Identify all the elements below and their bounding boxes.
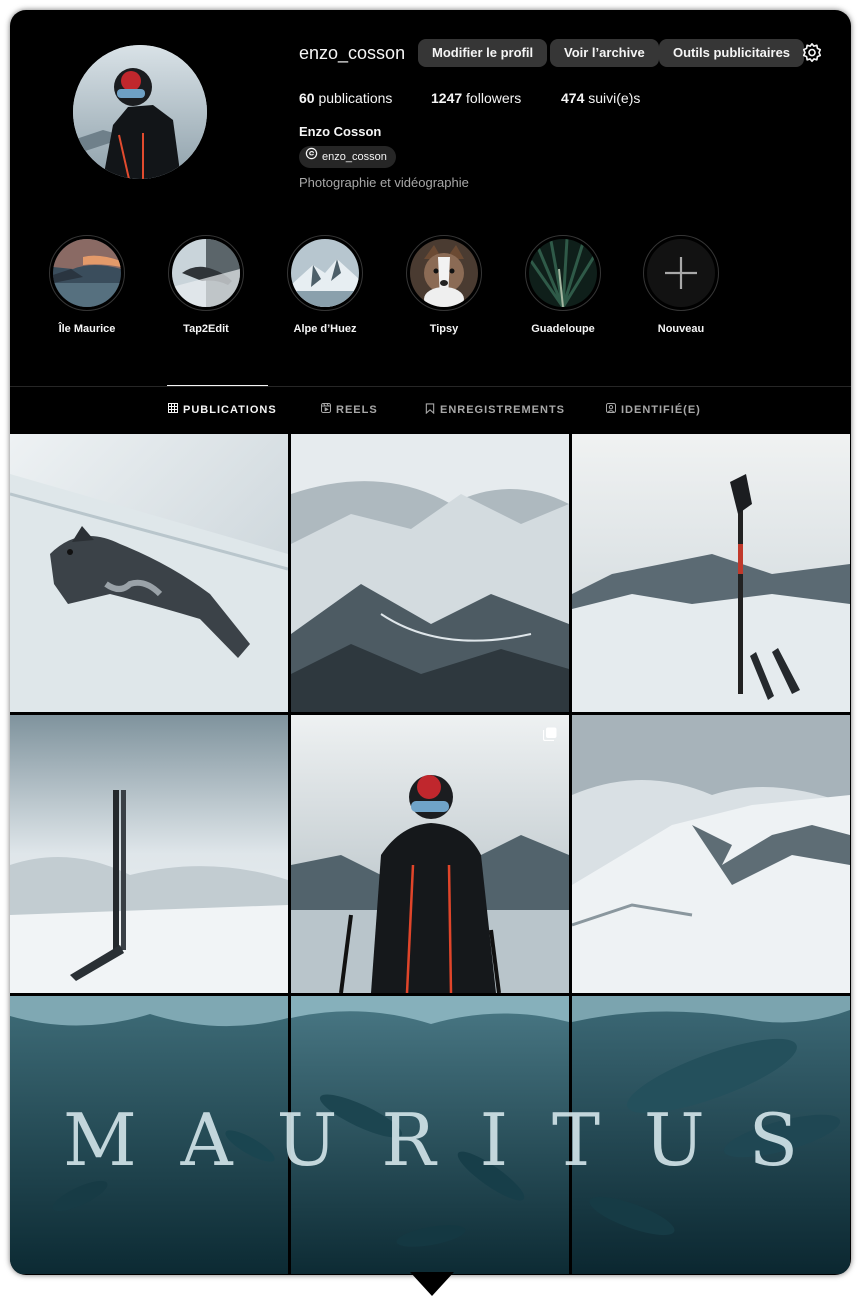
- grid-gap: [288, 434, 291, 1275]
- following-count-value: 474: [561, 90, 585, 106]
- highlight-cover: [53, 239, 121, 307]
- highlight-tap2edit[interactable]: Tap2Edit: [156, 235, 256, 335]
- following-count[interactable]: 474 suivi(e)s: [561, 90, 640, 106]
- grid-gap: [10, 712, 851, 715]
- post-mauritius-right[interactable]: [572, 996, 850, 1274]
- carousel-icon: [542, 727, 557, 746]
- active-tab-indicator: [167, 385, 268, 386]
- highlight-label: Nouveau: [657, 323, 705, 335]
- followers-count-value: 1247: [431, 90, 463, 106]
- settings-gear-icon[interactable]: [801, 42, 823, 64]
- grid-gap: [10, 993, 851, 996]
- tab-label: REELS: [336, 403, 378, 416]
- posts-count-value: 60: [299, 90, 315, 106]
- posts-count: 60 publications: [299, 90, 392, 106]
- highlight-tipsy[interactable]: Tipsy: [394, 235, 494, 335]
- grid-gap: [569, 434, 572, 1275]
- ad-tools-button[interactable]: Outils publicitaires: [659, 39, 805, 67]
- profile-panel: enzo_cosson Modifier le profil Voir l’ar…: [10, 10, 851, 1275]
- posts-count-label: publications: [318, 90, 393, 106]
- threads-handle: enzo_cosson: [322, 151, 387, 163]
- tab-reels[interactable]: REELS: [321, 403, 378, 416]
- post-mauritius-center[interactable]: [291, 996, 569, 1274]
- tab-saved[interactable]: ENREGISTREMENTS: [425, 403, 565, 417]
- post-mountain-valley[interactable]: [291, 434, 569, 712]
- profile-avatar[interactable]: [73, 45, 207, 179]
- highlight-cover: [172, 239, 240, 307]
- plus-icon: [647, 239, 715, 307]
- tab-label: IDENTIFIÉ(E): [621, 403, 701, 416]
- post-skis-planted[interactable]: [10, 715, 288, 993]
- post-ski-poles[interactable]: [572, 434, 850, 712]
- post-snowy-slope[interactable]: [572, 715, 850, 993]
- tagged-icon: [606, 403, 617, 416]
- threads-icon: [305, 146, 318, 168]
- highlight-new[interactable]: Nouveau: [631, 235, 731, 335]
- view-archive-button[interactable]: Voir l’archive: [550, 39, 659, 67]
- tab-label: ENREGISTREMENTS: [440, 404, 566, 416]
- highlight-label: Tipsy: [429, 323, 459, 335]
- reels-icon: [321, 403, 332, 416]
- highlight-label: Tap2Edit: [183, 323, 229, 335]
- followers-count-label: followers: [466, 90, 522, 106]
- highlight-cover: [410, 239, 478, 307]
- post-skier-portrait[interactable]: [291, 715, 569, 993]
- highlight-label: Alpe d’Huez: [293, 323, 357, 335]
- highlight-cover: [529, 239, 597, 307]
- highlight-label: Guadeloupe: [531, 323, 595, 335]
- profile-full-name: Enzo Cosson: [299, 124, 382, 139]
- post-dog-snow[interactable]: [10, 434, 288, 712]
- grid-icon: [168, 403, 179, 416]
- edit-profile-button[interactable]: Modifier le profil: [418, 39, 548, 67]
- highlight-cover: [291, 239, 359, 307]
- tabs-divider: [10, 386, 851, 387]
- profile-username: enzo_cosson: [299, 43, 406, 63]
- highlight-ile-maurice[interactable]: Île Maurice: [37, 235, 137, 335]
- threads-badge[interactable]: enzo_cosson: [299, 146, 396, 168]
- highlight-alpe-dhuez[interactable]: Alpe d’Huez: [275, 235, 375, 335]
- bookmark-icon: [425, 403, 435, 417]
- posts-grid: [10, 434, 851, 1275]
- highlight-guadeloupe[interactable]: Guadeloupe: [513, 235, 613, 335]
- highlight-label: Île Maurice: [58, 323, 116, 335]
- tab-label: PUBLICATIONS: [183, 403, 277, 416]
- profile-bio: Photographie et vidéographie: [299, 175, 469, 190]
- followers-count[interactable]: 1247 followers: [431, 90, 521, 106]
- following-count-label: suivi(e)s: [588, 90, 641, 106]
- tab-publications[interactable]: PUBLICATIONS: [168, 403, 277, 416]
- popover-pointer: [410, 1272, 454, 1296]
- post-mauritius-left[interactable]: [10, 996, 288, 1274]
- tab-tagged[interactable]: IDENTIFIÉ(E): [606, 403, 701, 416]
